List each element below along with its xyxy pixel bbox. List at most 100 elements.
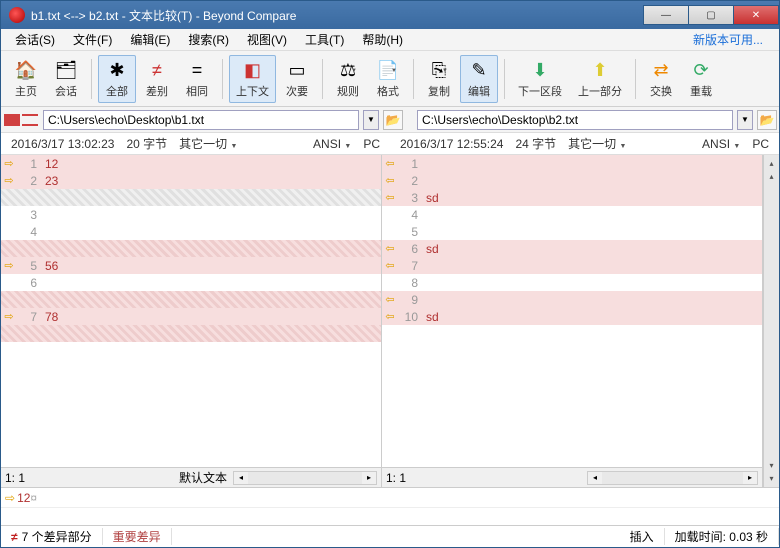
left-size: 20 字节 [126, 135, 167, 152]
sessions-button[interactable]: 🗂会话 [47, 55, 85, 103]
separator [413, 59, 414, 99]
next-button[interactable]: ⬇下一区段 [511, 55, 569, 103]
edit-arrow-icon: ⇨ [5, 491, 15, 505]
line-row[interactable]: 6 [1, 274, 381, 291]
line-row[interactable]: 4 [1, 223, 381, 240]
status-loadtime: 加载时间: 0.03 秒 [665, 528, 779, 545]
left-filter[interactable]: 其它一切 ▼ [179, 135, 237, 152]
line-row[interactable]: 5 [382, 223, 762, 240]
line-row[interactable] [1, 189, 381, 206]
status-insert: 插入 [620, 528, 665, 545]
left-encoding[interactable]: ANSI ▼ [313, 137, 351, 151]
new-version-link[interactable]: 新版本可用... [685, 29, 771, 50]
format-button[interactable]: 📄▼格式 [369, 55, 407, 103]
line-number: 1 [398, 157, 422, 171]
line-number: 9 [398, 293, 422, 307]
left-timestamp: 2016/3/17 13:02:23 [11, 137, 114, 151]
home-button[interactable]: 🏠主页 [7, 55, 45, 103]
right-hscroll[interactable]: ◂▸ [587, 471, 758, 485]
line-text: 78 [41, 310, 381, 324]
separator [322, 59, 323, 99]
line-number: 8 [398, 276, 422, 290]
menu-file[interactable]: 文件(F) [65, 29, 120, 50]
left-hscroll[interactable]: ◂▸ [233, 471, 377, 485]
line-row[interactable]: ⇦2 [382, 172, 762, 189]
diffs-button[interactable]: ≠差别 [138, 55, 176, 103]
menu-tools[interactable]: 工具(T) [297, 29, 352, 50]
line-row[interactable] [1, 325, 381, 342]
line-row[interactable]: ⇦1 [382, 155, 762, 172]
menu-session[interactable]: 会话(S) [7, 29, 63, 50]
line-row[interactable]: ⇨223 [1, 172, 381, 189]
edit-cursor: ¤ [30, 491, 37, 505]
all-button[interactable]: ✱全部 [98, 55, 136, 103]
left-cursor-pos: 1: 1 [5, 471, 25, 485]
line-row[interactable]: ⇨778 [1, 308, 381, 325]
left-path-dropdown[interactable]: ▼ [363, 110, 379, 130]
edit-button[interactable]: ✎编辑 [460, 55, 498, 103]
sessions-icon: 🗂 [54, 58, 78, 82]
diff-arrow-icon: ⇨ [1, 157, 17, 170]
prev-icon: ⬆ [588, 58, 612, 82]
close-button[interactable] [733, 5, 779, 25]
line-number: 3 [17, 208, 41, 222]
edit-icon: ✎ [467, 58, 491, 82]
menu-view[interactable]: 视图(V) [239, 29, 295, 50]
prev-button[interactable]: ⬆上一部分 [571, 55, 629, 103]
line-row[interactable]: ⇦3sd [382, 189, 762, 206]
right-browse-button[interactable]: 📂 [757, 110, 777, 130]
swap-button[interactable]: ⇄交换 [642, 55, 680, 103]
minimize-button[interactable] [643, 5, 689, 25]
right-encoding[interactable]: ANSI ▼ [702, 137, 740, 151]
right-size: 24 字节 [515, 135, 556, 152]
diff-arrow-icon: ⇨ [1, 259, 17, 272]
line-number: 4 [398, 208, 422, 222]
menu-help[interactable]: 帮助(H) [354, 29, 411, 50]
edit-strip-2[interactable] [1, 507, 779, 525]
line-row[interactable]: ⇨112 [1, 155, 381, 172]
right-lineend[interactable]: PC [752, 137, 769, 151]
line-row[interactable] [1, 240, 381, 257]
line-row[interactable]: ⇨556 [1, 257, 381, 274]
line-row[interactable]: ⇦9 [382, 291, 762, 308]
line-number: 6 [398, 242, 422, 256]
diff-arrow-icon: ⇦ [382, 242, 398, 255]
line-row[interactable]: 3 [1, 206, 381, 223]
line-row[interactable]: ⇦6sd [382, 240, 762, 257]
line-row[interactable]: ⇦7 [382, 257, 762, 274]
line-row[interactable]: 8 [382, 274, 762, 291]
right-pane: ⇦1⇦2⇦3sd45⇦6sd⇦78⇦9⇦10sd 1: 1 ◂▸ [382, 155, 763, 487]
line-row[interactable] [1, 291, 381, 308]
line-row[interactable]: 4 [382, 206, 762, 223]
same-icon: = [185, 58, 209, 82]
maximize-button[interactable] [688, 5, 734, 25]
left-mode: 默认文本 [179, 469, 227, 486]
left-browse-button[interactable]: 📂 [383, 110, 403, 130]
menu-search[interactable]: 搜索(R) [180, 29, 237, 50]
edit-strip[interactable]: ⇨ 12 ¤ [1, 487, 779, 507]
reload-button[interactable]: ⟳重载 [682, 55, 720, 103]
right-lines[interactable]: ⇦1⇦2⇦3sd45⇦6sd⇦78⇦9⇦10sd [382, 155, 762, 467]
diff-arrow-icon: ⇦ [382, 174, 398, 187]
line-text: 23 [41, 174, 381, 188]
rules-button[interactable]: ⚖▼规则 [329, 55, 367, 103]
right-filter[interactable]: 其它一切 ▼ [568, 135, 626, 152]
vscroll[interactable]: ▴▴ ▾▾ [763, 155, 779, 487]
minor-button[interactable]: ▭次要 [278, 55, 316, 103]
copy-button[interactable]: ⎘▼复制 [420, 55, 458, 103]
context-button[interactable]: ◧上下文 [229, 55, 276, 103]
left-pane: ⇨112⇨223 34 ⇨5566 ⇨778 1: 1 默认文本 ◂▸ [1, 155, 382, 487]
line-row[interactable]: ⇦10sd [382, 308, 762, 325]
compare-indicator-icon [3, 110, 39, 130]
left-lineend[interactable]: PC [363, 137, 380, 151]
same-button[interactable]: =相同 [178, 55, 216, 103]
left-path-input[interactable]: C:\Users\echo\Desktop\b1.txt [43, 110, 359, 130]
line-text: 56 [41, 259, 381, 273]
right-path-input[interactable]: C:\Users\echo\Desktop\b2.txt [417, 110, 733, 130]
right-info: 2016/3/17 12:55:24 24 字节 其它一切 ▼ ANSI ▼ P… [390, 133, 779, 155]
window-buttons [644, 5, 779, 25]
app-icon [9, 7, 25, 23]
left-lines[interactable]: ⇨112⇨223 34 ⇨5566 ⇨778 [1, 155, 381, 467]
menu-edit[interactable]: 编辑(E) [122, 29, 178, 50]
right-path-dropdown[interactable]: ▼ [737, 110, 753, 130]
